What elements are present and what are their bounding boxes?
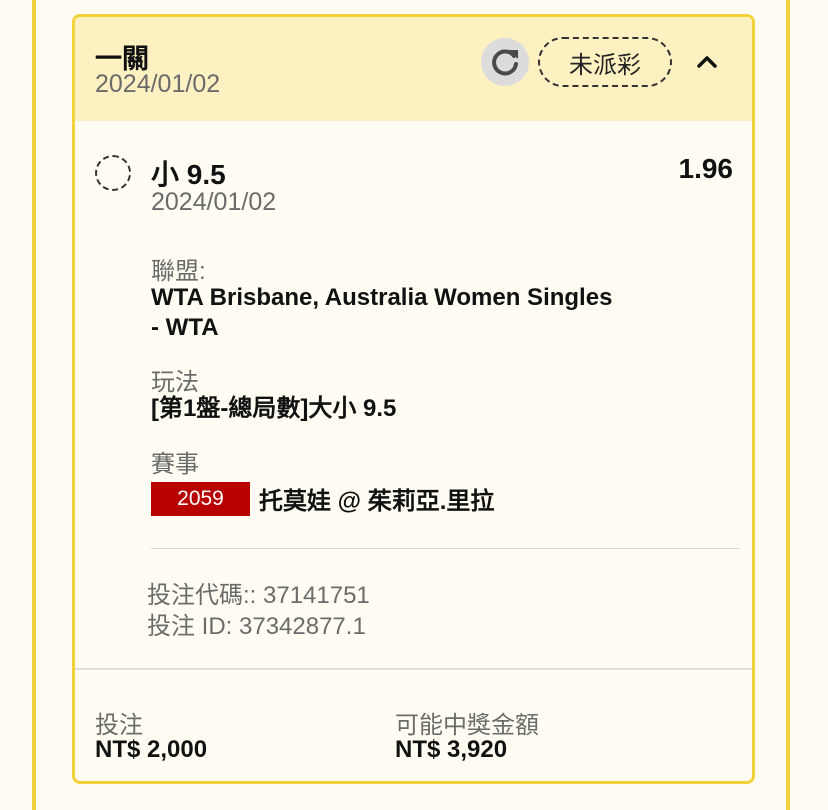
event-label: 賽事 <box>151 451 199 478</box>
divider <box>151 548 739 549</box>
chevron-up-icon <box>697 56 717 68</box>
league-line-2: - WTA <box>151 314 219 341</box>
market-value: [第1盤-總局數]大小 9.5 <box>151 395 397 422</box>
payout-value: NT$ 3,920 <box>395 736 508 763</box>
selection-name: 小 9.5 <box>151 159 226 190</box>
footer-divider <box>75 668 752 670</box>
league-line-1: WTA Brisbane, Australia Women Singles <box>151 284 613 311</box>
collapse-button[interactable] <box>690 45 724 79</box>
event-id-badge: 2059 <box>151 481 250 516</box>
event-teams: 托莫娃 @ 茱莉亞.里拉 <box>259 488 495 515</box>
event-row: 2059 托莫娃 @ 茱莉亞.里拉 <box>151 481 494 516</box>
payout-label: 可能中獎金額 <box>395 712 539 739</box>
pick-status-icon <box>95 155 131 191</box>
bet-id: 投注 ID: 37342877.1 <box>147 613 366 640</box>
bet-card: 一關 2024/01/02 未派彩 小 9.5 1.96 2024/01/02 … <box>72 14 755 784</box>
bet-card-header[interactable]: 一關 2024/01/02 未派彩 <box>75 17 752 121</box>
selection-date: 2024/01/02 <box>151 188 277 216</box>
bet-code: 投注代碼:: 37141751 <box>147 582 370 609</box>
refresh-icon <box>492 49 518 76</box>
bet-date: 2024/01/02 <box>95 70 221 98</box>
status-badge: 未派彩 <box>538 37 672 87</box>
stake-value: NT$ 2,000 <box>95 736 208 763</box>
selection-odds: 1.96 <box>678 153 734 184</box>
stake-label: 投注 <box>95 712 143 739</box>
market-label: 玩法 <box>151 369 199 396</box>
league-label: 聯盟: <box>151 258 206 285</box>
refresh-button[interactable] <box>481 38 529 86</box>
